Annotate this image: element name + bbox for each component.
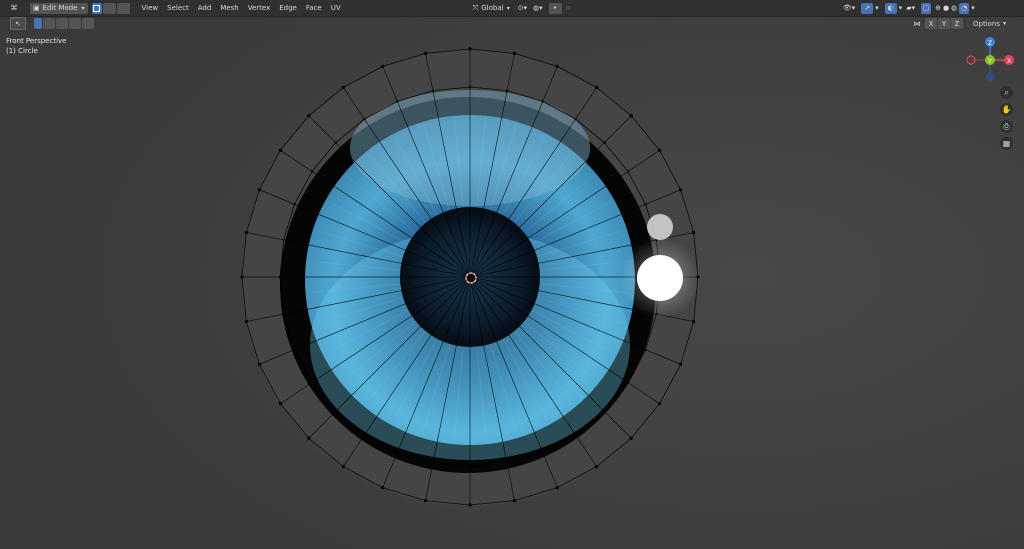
view-object-types-icon[interactable]: 👁▾ bbox=[843, 3, 855, 14]
select-tool-icon[interactable]: ↖ bbox=[10, 17, 26, 30]
camera-icon[interactable]: ⎙ bbox=[1000, 120, 1013, 133]
menu-edge[interactable]: Edge bbox=[279, 4, 297, 12]
transform-orientation[interactable]: ⤧ Global ▾ bbox=[473, 3, 510, 14]
xray-toggle-icon[interactable]: ▢ bbox=[921, 2, 932, 14]
face-select-icon[interactable] bbox=[116, 2, 130, 14]
tool-settings-row: ↖ ⋈ X Y Z Options ▾ bbox=[0, 16, 1024, 31]
chevron-down-icon[interactable]: ▾ bbox=[971, 3, 975, 14]
snap-icon[interactable]: ◍▾ bbox=[533, 3, 543, 14]
rendered-shading-icon[interactable]: ◔ bbox=[959, 2, 970, 14]
gizmo-toggle-icon[interactable]: ↗ bbox=[861, 2, 874, 14]
editor-type-icon[interactable]: ⌘ bbox=[6, 3, 22, 14]
object-name: (1) Circle bbox=[6, 47, 38, 55]
view-name: Front Perspective bbox=[6, 37, 67, 45]
chevron-down-icon: ▾ bbox=[81, 4, 85, 12]
menu-mesh[interactable]: Mesh bbox=[220, 4, 238, 12]
chevron-down-icon: ▾ bbox=[506, 4, 510, 12]
chevron-down-icon[interactable]: ▾ bbox=[875, 3, 879, 14]
gizmo-z-negative[interactable] bbox=[986, 73, 994, 81]
menu-face[interactable]: Face bbox=[306, 4, 322, 12]
chevron-down-icon: ▾ bbox=[1003, 20, 1007, 27]
options-label: Options bbox=[973, 19, 1001, 28]
mode-selector[interactable]: ▣ Edit Mode ▾ bbox=[30, 2, 88, 14]
overlays-toggle-icon[interactable]: ◐ bbox=[884, 2, 897, 14]
menu-view[interactable]: View bbox=[142, 4, 159, 12]
menu-vertex[interactable]: Vertex bbox=[248, 4, 271, 12]
select-intersect-icon[interactable] bbox=[82, 18, 94, 29]
orientation-icon: ⤧ bbox=[472, 3, 479, 12]
chevron-down-icon[interactable]: ▾ bbox=[899, 3, 903, 14]
axis-y-button[interactable]: Y bbox=[938, 18, 950, 29]
menu-add[interactable]: Add bbox=[198, 4, 212, 12]
axis-x-button[interactable]: X bbox=[925, 18, 937, 29]
menu-select[interactable]: Select bbox=[167, 4, 189, 12]
hand-icon[interactable]: ✋ bbox=[1000, 103, 1013, 116]
axis-z-button[interactable]: Z bbox=[951, 18, 963, 29]
wireframe-shading-icon[interactable]: ⊕ bbox=[935, 3, 941, 14]
edit-mode-icon: ▣ bbox=[33, 4, 40, 12]
falloff-icon[interactable]: ∩ bbox=[566, 3, 571, 14]
grid-icon[interactable]: ▦ bbox=[1000, 137, 1013, 150]
orientation-label: Global bbox=[481, 4, 504, 12]
solid-shading-icon[interactable]: ● bbox=[943, 3, 949, 14]
viewport-info-overlay: Front Perspective (1) Circle bbox=[6, 36, 66, 56]
select-subtract-icon[interactable] bbox=[56, 18, 68, 29]
menu-uv[interactable]: UV bbox=[331, 4, 341, 12]
proportional-edit-icon[interactable]: • bbox=[548, 2, 562, 14]
highlight-small bbox=[647, 214, 673, 240]
zoom-icon[interactable]: ⌕ bbox=[1000, 86, 1013, 99]
mode-label: Edit Mode bbox=[42, 4, 78, 12]
vertex-select-icon[interactable] bbox=[91, 2, 102, 14]
select-new-icon[interactable] bbox=[34, 18, 42, 29]
gizmo-x-label: X bbox=[1007, 58, 1011, 65]
viewport-header: ⌘ ▣ Edit Mode ▾ View Select Add Mesh Ver… bbox=[0, 0, 1024, 17]
pivot-point-icon[interactable]: ⊙▾ bbox=[518, 3, 527, 14]
mesh-edit-overlay-icon[interactable]: ▰▾ bbox=[906, 3, 915, 14]
3d-viewport[interactable]: Z X Y bbox=[0, 0, 1024, 549]
select-extend-icon[interactable] bbox=[43, 18, 55, 29]
options-dropdown[interactable]: Options ▾ bbox=[973, 18, 1006, 29]
scene: Z X Y bbox=[0, 0, 1024, 549]
material-shading-icon[interactable]: ◍ bbox=[951, 3, 957, 14]
gizmo-y-label: Y bbox=[987, 58, 992, 65]
highlight-large bbox=[637, 255, 683, 301]
mirror-icon[interactable]: ⋈ bbox=[912, 18, 922, 29]
gizmo-z-label: Z bbox=[988, 40, 992, 47]
select-invert-icon[interactable] bbox=[69, 18, 81, 29]
edge-select-icon[interactable] bbox=[102, 2, 116, 14]
